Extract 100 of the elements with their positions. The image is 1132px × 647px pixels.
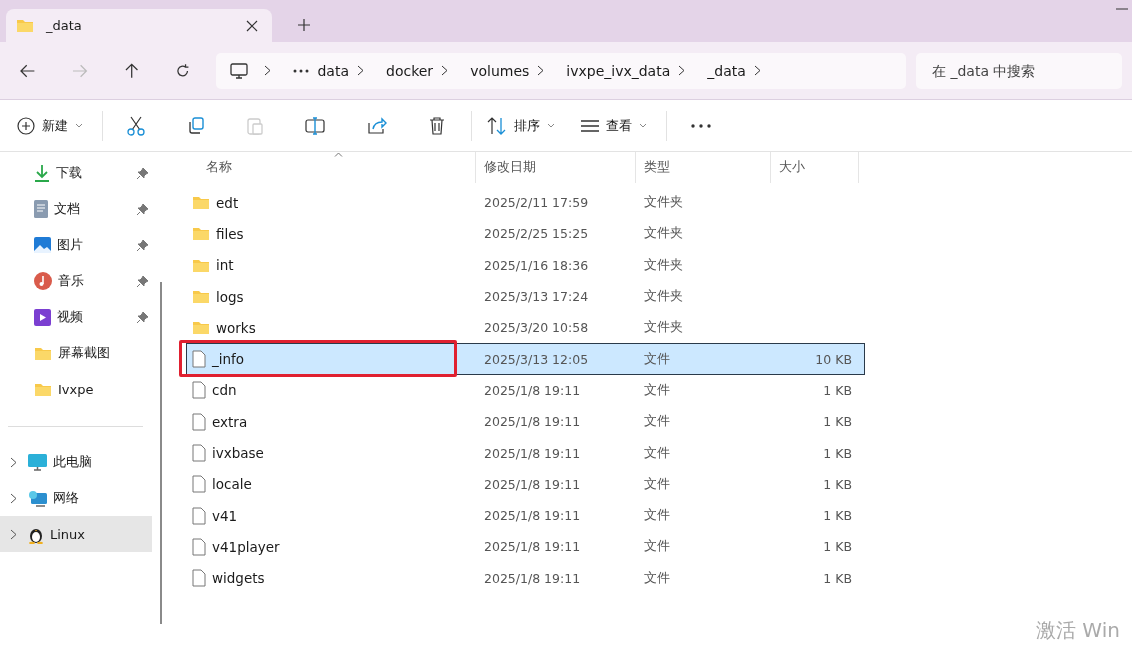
type-cell-text: 文件 bbox=[643, 444, 671, 462]
address-bar[interactable]: data docker volumes ivxpe_ivx_data _data bbox=[216, 52, 906, 89]
caret-icon bbox=[547, 123, 555, 128]
back-arrow-icon[interactable] bbox=[20, 63, 36, 78]
date-cell-text: 2025/1/8 19:11 bbox=[483, 445, 582, 461]
plus-icon[interactable] bbox=[298, 19, 310, 31]
breadcrumb-item[interactable]: docker bbox=[386, 62, 434, 79]
trash-icon[interactable] bbox=[429, 116, 445, 135]
file-row[interactable]: works 2025/3/20 10:58 文件夹 bbox=[186, 312, 865, 344]
music-note-icon bbox=[34, 272, 52, 290]
file-row[interactable]: v41player 2025/1/8 19:11 文件 1 KB bbox=[186, 531, 865, 563]
sidebar-item[interactable]: Linux bbox=[0, 516, 152, 552]
file-row[interactable]: locale 2025/1/8 19:11 文件 1 KB bbox=[186, 468, 865, 500]
type-cell-text: 文件 bbox=[643, 569, 671, 587]
date-cell-text: 2025/1/8 19:11 bbox=[483, 570, 582, 586]
folder-icon bbox=[34, 345, 52, 361]
file-name: _info bbox=[212, 351, 245, 368]
pin-icon[interactable] bbox=[137, 239, 148, 251]
file-row[interactable]: logs 2025/3/13 17:24 文件夹 bbox=[186, 280, 865, 313]
up-arrow-icon[interactable] bbox=[124, 62, 139, 79]
folder-icon bbox=[192, 257, 210, 273]
sidebar-item[interactable]: 下载 bbox=[0, 155, 158, 191]
type-cell-text: 文件夹 bbox=[643, 256, 684, 274]
column-header[interactable]: 修改日期 bbox=[476, 152, 636, 183]
activation-notice: 激活 Win bbox=[1036, 617, 1121, 644]
file-icon bbox=[192, 537, 206, 556]
sidebar-item[interactable]: 此电脑 bbox=[0, 444, 152, 480]
monitor-icon bbox=[230, 62, 249, 79]
sidebar-item[interactable]: 文档 bbox=[0, 191, 158, 227]
file-name: edt bbox=[216, 194, 239, 211]
file-row[interactable]: v41 2025/1/8 19:11 文件 1 KB bbox=[186, 499, 865, 532]
share-icon[interactable] bbox=[367, 116, 387, 135]
pin-icon[interactable] bbox=[137, 275, 148, 287]
column-header[interactable]: 大小 bbox=[771, 152, 859, 183]
copy-icon[interactable] bbox=[187, 116, 205, 135]
chevron-icon[interactable] bbox=[10, 492, 17, 504]
date-cell-text: 2025/3/13 17:24 bbox=[483, 289, 590, 305]
file-name: works bbox=[216, 319, 256, 336]
type-cell-text: 文件 bbox=[643, 507, 671, 525]
view-button[interactable]: 查看 bbox=[574, 110, 654, 141]
column-header[interactable]: 类型 bbox=[636, 152, 771, 183]
pin-icon[interactable] bbox=[137, 167, 148, 179]
tab-title: _data bbox=[46, 18, 83, 33]
date-cell-text: 2025/1/8 19:11 bbox=[483, 414, 582, 430]
size-cell-text: 1 KB bbox=[822, 414, 852, 430]
sidebar-item[interactable]: 视频 bbox=[0, 299, 158, 335]
file-icon bbox=[192, 381, 206, 400]
file-icon bbox=[192, 569, 206, 588]
plus-circle-icon bbox=[17, 116, 35, 135]
breadcrumb-item[interactable]: volumes bbox=[470, 62, 530, 79]
caret-icon bbox=[75, 123, 83, 128]
file-row[interactable]: edt 2025/2/11 17:59 文件夹 bbox=[186, 187, 865, 219]
more-icon[interactable] bbox=[293, 68, 310, 73]
file-row[interactable]: extra 2025/1/8 19:11 文件 1 KB bbox=[186, 406, 865, 438]
chevron-icon[interactable] bbox=[10, 456, 17, 468]
date-cell-text: 2025/2/11 17:59 bbox=[483, 195, 590, 211]
file-row[interactable]: cdn 2025/1/8 19:11 文件 1 KB bbox=[186, 374, 865, 407]
more-icon[interactable] bbox=[691, 123, 711, 128]
type-cell-text: 文件夹 bbox=[643, 225, 684, 243]
file-icon bbox=[192, 350, 206, 369]
type-cell-text: 文件 bbox=[643, 381, 671, 399]
date-cell-text: 2025/1/8 19:11 bbox=[483, 382, 582, 398]
file-row[interactable]: int 2025/1/16 18:36 文件夹 bbox=[186, 249, 865, 281]
file-row[interactable]: files 2025/2/25 15:25 文件夹 bbox=[186, 218, 865, 250]
new-button[interactable]: 新建 bbox=[10, 110, 90, 141]
tab[interactable]: _data bbox=[6, 9, 272, 42]
sidebar-item[interactable]: 图片 bbox=[0, 227, 158, 263]
rename-icon[interactable] bbox=[305, 116, 325, 135]
file-name: v41player bbox=[212, 538, 280, 555]
cut-icon[interactable] bbox=[127, 115, 145, 136]
type-cell-text: 文件夹 bbox=[643, 319, 684, 337]
file-row[interactable]: ivxbase 2025/1/8 19:11 文件 1 KB bbox=[186, 437, 865, 469]
column-header[interactable]: 名称 bbox=[178, 152, 476, 183]
breadcrumb-item[interactable]: _data bbox=[707, 62, 746, 79]
sidebar-item[interactable]: 网络 bbox=[0, 480, 152, 516]
file-row[interactable]: widgets 2025/1/8 19:11 文件 1 KB bbox=[186, 562, 865, 594]
sort-button[interactable]: 排序 bbox=[480, 110, 562, 141]
refresh-icon[interactable] bbox=[175, 62, 191, 79]
date-cell-text: 2025/3/20 10:58 bbox=[483, 320, 590, 336]
pin-icon[interactable] bbox=[137, 311, 148, 323]
date-cell-text: 2025/3/13 12:05 bbox=[483, 351, 590, 367]
sidebar-item[interactable]: 屏幕截图 bbox=[0, 335, 158, 371]
type-cell-text: 文件 bbox=[643, 538, 671, 556]
file-icon bbox=[192, 412, 206, 431]
sort-arrows-icon bbox=[487, 116, 507, 135]
chevron-icon[interactable] bbox=[10, 528, 17, 540]
search-field[interactable]: 在 _data 中搜索 bbox=[916, 52, 1122, 89]
type-cell-text: 文件 bbox=[643, 413, 671, 431]
file-name: cdn bbox=[212, 382, 237, 399]
pin-icon[interactable] bbox=[137, 203, 148, 215]
close-icon[interactable] bbox=[246, 19, 258, 32]
breadcrumb-item[interactable]: data bbox=[317, 62, 349, 79]
video-icon bbox=[34, 308, 51, 326]
file-name: logs bbox=[216, 288, 244, 305]
sidebar-item[interactable]: 音乐 bbox=[0, 263, 158, 299]
file-icon bbox=[192, 444, 206, 462]
sidebar-item[interactable]: Ivxpe bbox=[0, 371, 158, 407]
size-cell-text: 1 KB bbox=[822, 382, 852, 398]
date-cell-text: 2025/2/25 15:25 bbox=[483, 226, 590, 242]
breadcrumb-item[interactable]: ivxpe_ivx_data bbox=[566, 62, 671, 79]
